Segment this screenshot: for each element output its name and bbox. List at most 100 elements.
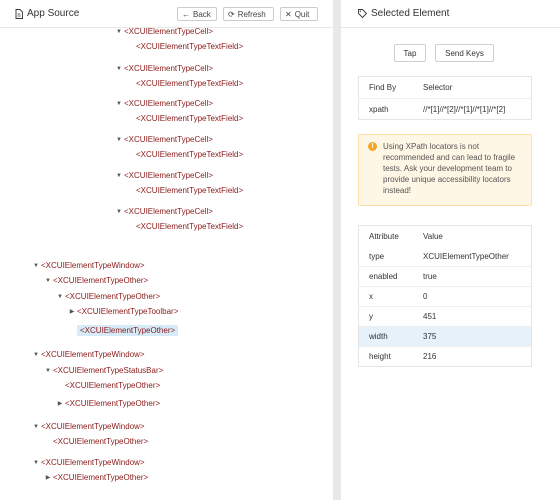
tree-node-label: <XCUIElementTypeWindow> (41, 422, 145, 431)
attribute-row[interactable]: height 216 (359, 346, 531, 366)
tap-button-label: Tap (403, 48, 417, 58)
document-icon (15, 8, 23, 19)
caret-down-icon[interactable]: ▼ (114, 66, 124, 72)
attribute-value: 451 (423, 312, 437, 321)
panel-divider[interactable] (333, 0, 341, 500)
tree-node[interactable]: ▼ <XCUIElementTypeCell> (114, 135, 213, 144)
tree-node-label: <XCUIElementTypeWindow> (41, 458, 145, 467)
caret-right-icon[interactable]: ▶ (67, 308, 77, 315)
attribute-value: true (423, 272, 437, 281)
tree-node[interactable]: <XCUIElementTypeOther> (67, 325, 179, 336)
tree-node[interactable]: <XCUIElementTypeTextField> (126, 114, 243, 123)
caret-down-icon[interactable]: ▼ (31, 424, 41, 430)
attribute-row[interactable]: width 375 (359, 326, 531, 346)
attribute-name: type (369, 251, 385, 261)
send-keys-button[interactable]: Send Keys (435, 44, 494, 62)
attribute-name: y (369, 312, 373, 321)
tap-button[interactable]: Tap (394, 44, 426, 62)
tree-node-label: <XCUIElementTypeOther> (65, 292, 161, 301)
tree-node[interactable]: ▶ <XCUIElementTypeOther> (43, 473, 148, 482)
quit-button-label: Quit (294, 9, 310, 19)
app-source-title-text: App Source (27, 8, 80, 19)
xpath-warning: ! Using XPath locators is not recommende… (358, 134, 532, 206)
tree-node-label: <XCUIElementTypeTextField> (136, 42, 244, 51)
tag-icon (358, 9, 367, 18)
tree-node-label: <XCUIElementTypeCell> (124, 27, 213, 36)
attributes-rows: type XCUIElementTypeOther enabled true x 0 y 45… (359, 246, 531, 366)
caret-down-icon[interactable]: ▼ (114, 173, 124, 179)
close-icon: ✕ (285, 9, 292, 19)
tree-node-label: <XCUIElementTypeOther> (65, 381, 161, 390)
caret-down-icon[interactable]: ▼ (43, 278, 53, 284)
tree-node[interactable]: <XCUIElementTypeTextField> (126, 186, 243, 195)
tree-node[interactable]: ▼ <XCUIElementTypeWindow> (31, 422, 145, 431)
selector-header: Selector (423, 83, 453, 92)
tree-node-label: <XCUIElementTypeTextField> (136, 114, 244, 123)
caret-right-icon[interactable]: ▶ (43, 474, 53, 481)
send-keys-button-label: Send Keys (445, 48, 484, 58)
selected-element-title-text: Selected Element (371, 8, 450, 19)
caret-down-icon[interactable]: ▼ (114, 209, 124, 215)
tree-node[interactable]: <XCUIElementTypeTextField> (126, 42, 243, 51)
tree-node[interactable]: <XCUIElementTypeTextField> (126, 79, 243, 88)
attribute-value: XCUIElementTypeOther (423, 251, 509, 261)
caret-down-icon[interactable]: ▼ (31, 460, 41, 466)
tree-node-label: <XCUIElementTypeOther> (65, 399, 161, 408)
tree-node[interactable]: ▶ <XCUIElementTypeToolbar> (67, 307, 179, 316)
tree-node-label: <XCUIElementTypeOther> (53, 276, 149, 285)
refresh-button-label: Refresh (237, 9, 266, 19)
quit-button[interactable]: ✕ Quit (280, 7, 318, 21)
tree-node[interactable]: ▶ <XCUIElementTypeOther> (55, 399, 160, 408)
selector-value: //*[1]//*[2]//*[1]//*[1]//*[2] (423, 104, 506, 114)
tree-node[interactable]: <XCUIElementTypeOther> (55, 381, 160, 390)
tree-node-label: <XCUIElementTypeWindow> (41, 261, 145, 270)
app-source-panel: App Source ← Back ⟳ Refresh ✕ Quit ▼ <XCU… (0, 0, 333, 500)
tree-node[interactable]: <XCUIElementTypeOther> (43, 437, 148, 446)
caret-down-icon[interactable]: ▼ (43, 368, 53, 374)
attribute-value: 216 (423, 352, 437, 361)
attribute-name: height (369, 352, 391, 361)
tree-node-label: <XCUIElementTypeStatusBar> (53, 366, 164, 375)
tree-node[interactable]: <XCUIElementTypeTextField> (126, 222, 243, 231)
tree-node[interactable]: ▼ <XCUIElementTypeCell> (114, 171, 213, 180)
caret-down-icon[interactable]: ▼ (31, 352, 41, 358)
attribute-row[interactable]: enabled true (359, 266, 531, 286)
attribute-header: Attribute (369, 231, 399, 241)
tree-node-label: <XCUIElementTypeToolbar> (77, 307, 179, 316)
tree-node-label: <XCUIElementTypeOther> (53, 437, 149, 446)
back-button[interactable]: ← Back (177, 7, 217, 21)
tree-node[interactable]: ▼ <XCUIElementTypeCell> (114, 64, 213, 73)
caret-down-icon[interactable]: ▼ (31, 263, 41, 269)
tree-node[interactable]: ▼ <XCUIElementTypeCell> (114, 207, 213, 216)
tree-node[interactable]: <XCUIElementTypeTextField> (126, 150, 243, 159)
tree-node[interactable]: ▼ <XCUIElementTypeCell> (114, 27, 213, 36)
refresh-button[interactable]: ⟳ Refresh (223, 7, 274, 21)
locator-row[interactable]: xpath //*[1]//*[2]//*[1]//*[1]//*[2] (359, 98, 531, 119)
tree-node[interactable]: ▼ <XCUIElementTypeOther> (55, 292, 160, 301)
locator-table: Find By Selector xpath //*[1]//*[2]//*[1… (358, 76, 532, 120)
attribute-row[interactable]: y 451 (359, 306, 531, 326)
attribute-row[interactable]: x0 (359, 286, 531, 306)
tree-node[interactable]: ▼ <XCUIElementTypeStatusBar> (43, 366, 163, 375)
caret-down-icon[interactable]: ▼ (114, 137, 124, 143)
tree-node[interactable]: ▼ <XCUIElementTypeWindow> (31, 261, 145, 270)
tree-node-label: <XCUIElementTypeCell> (124, 135, 213, 144)
caret-down-icon[interactable]: ▼ (55, 294, 65, 300)
tree-node[interactable]: ▼ <XCUIElementTypeCell> (114, 99, 213, 108)
tree-node-label: <XCUIElementTypeTextField> (136, 222, 244, 231)
attributes-table-header: Attribute Value (359, 226, 531, 246)
tree-node[interactable]: ▼ <XCUIElementTypeWindow> (31, 350, 145, 359)
caret-down-icon[interactable]: ▼ (114, 101, 124, 107)
tree-node[interactable]: ▼ <XCUIElementTypeWindow> (31, 458, 145, 467)
tree-node[interactable]: ▼ <XCUIElementTypeOther> (43, 276, 148, 285)
tree-node-label: <XCUIElementTypeOther> (53, 473, 149, 482)
locator-table-header: Find By Selector (359, 77, 531, 98)
caret-right-icon[interactable]: ▶ (55, 400, 65, 407)
attribute-name: x (369, 292, 373, 301)
selected-element-header: Selected Element (341, 0, 560, 28)
caret-down-icon[interactable]: ▼ (114, 29, 124, 35)
tree-node-label: <XCUIElementTypeCell> (124, 99, 213, 108)
tree-node-label: <XCUIElementTypeCell> (124, 207, 213, 216)
attribute-row[interactable]: type XCUIElementTypeOther (359, 246, 531, 266)
selected-element-title: Selected Element (358, 8, 449, 19)
